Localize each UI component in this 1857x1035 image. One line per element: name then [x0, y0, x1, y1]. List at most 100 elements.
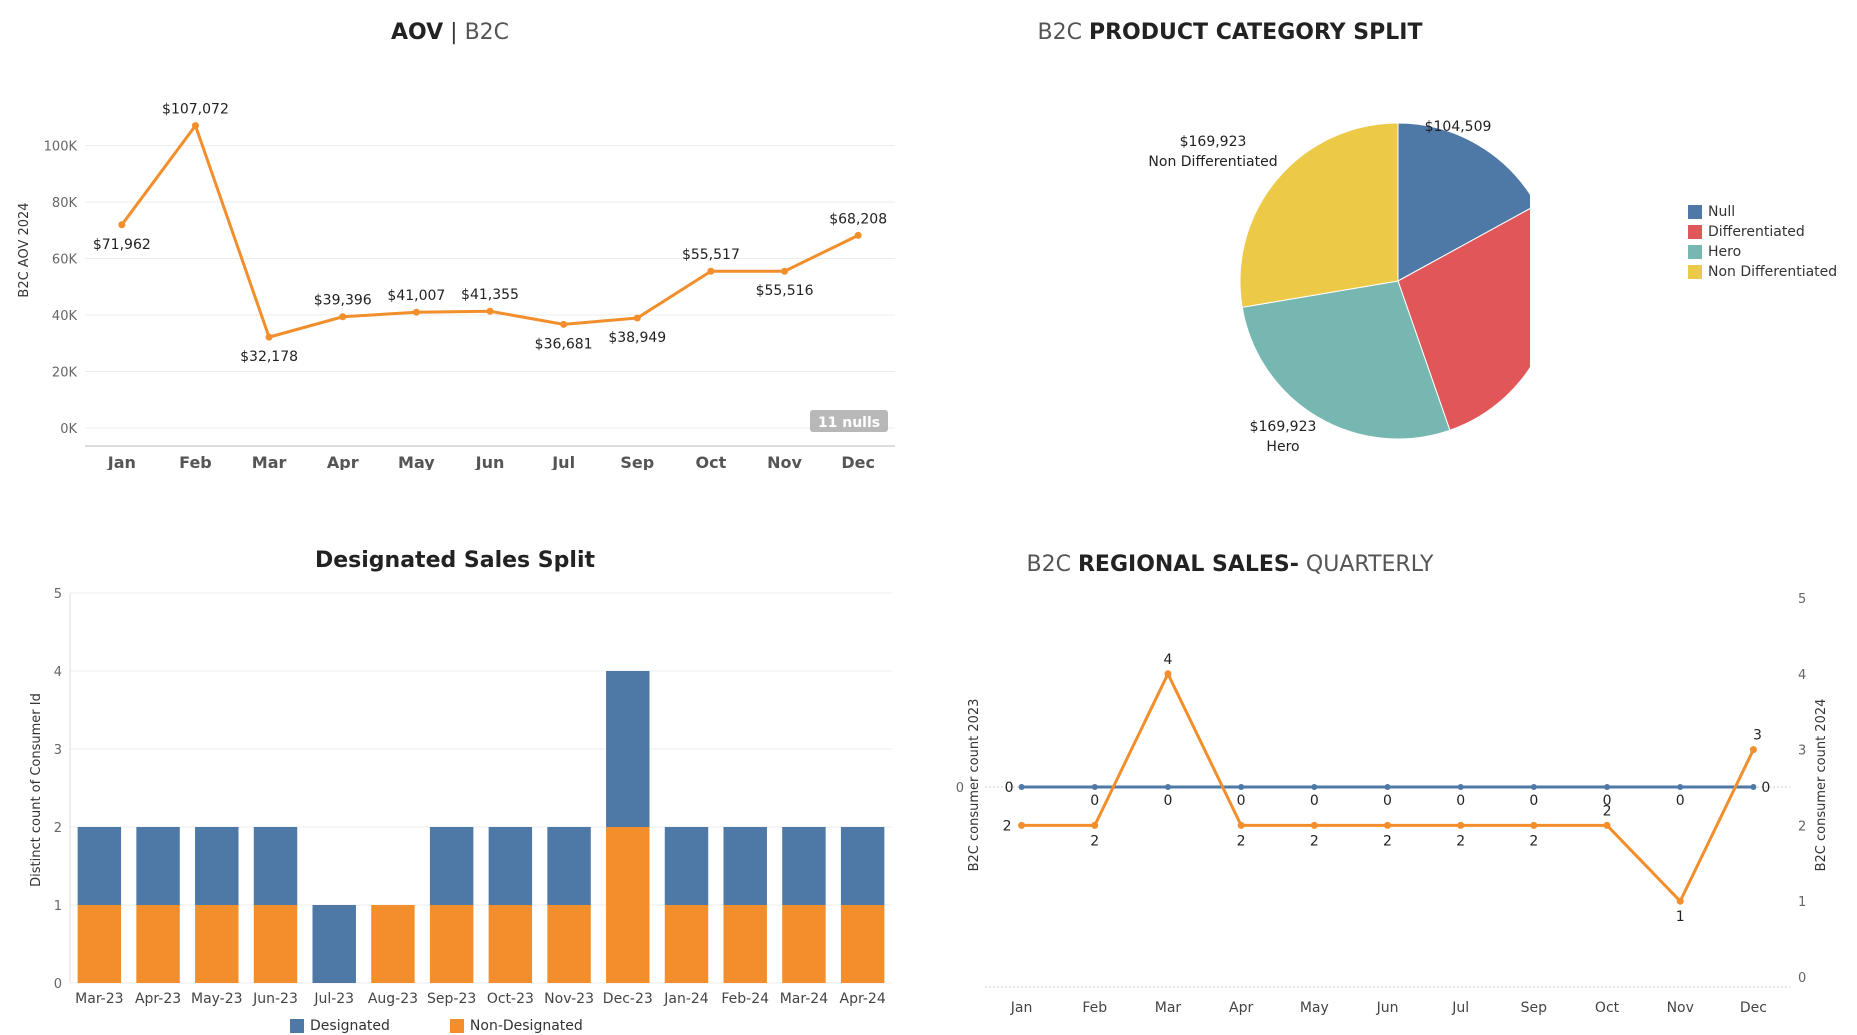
bar-x-tick: Aug-23 [368, 991, 418, 1007]
aov-data-label: $55,517 [682, 247, 740, 263]
reg-2023-label: 0 [1005, 780, 1014, 796]
legend-label: Differentiated [1708, 224, 1805, 240]
aov-data-point [781, 267, 789, 275]
aov-x-tick: May [398, 453, 435, 470]
legend-swatch [1688, 205, 1702, 219]
designated-legend: Designated Non-Designated [290, 1018, 643, 1034]
category-legend: Null Differentiated Hero Non Differentiated [1688, 202, 1837, 282]
reg-x-tick: Mar [1155, 1000, 1182, 1016]
bar-x-tick: Dec-23 [603, 991, 653, 1007]
bar-y-tick: 2 [54, 821, 62, 836]
aov-data-point [560, 320, 568, 328]
reg-2024-label: 2 [1529, 833, 1538, 849]
reg-2024-point [1310, 821, 1318, 829]
bar-y-tick: 3 [54, 743, 62, 758]
bar-non-designated [840, 905, 885, 983]
bar-x-tick: Jul-23 [313, 991, 354, 1007]
bar-designated [723, 827, 767, 905]
pie-slice-label: Hero [1266, 439, 1299, 455]
legend-item: Designated [290, 1018, 390, 1034]
reg-2024-point [1749, 746, 1757, 754]
bar-non-designated [664, 905, 709, 983]
bar-y-tick: 4 [54, 665, 62, 680]
legend-item: Hero [1688, 242, 1837, 262]
aov-y-tick: 80K [52, 196, 78, 211]
bar-designated [606, 671, 650, 827]
reg-2023-label: 0 [1090, 793, 1099, 809]
bar-x-tick: May-23 [191, 991, 243, 1007]
reg-2023-point [1091, 784, 1098, 790]
reg-2023-point [1238, 784, 1245, 790]
reg-2023-label: 0 [1383, 793, 1392, 809]
bar-x-tick: Apr-23 [135, 991, 181, 1007]
aov-x-tick: Nov [767, 453, 802, 470]
aov-y-tick: 0K [60, 422, 77, 437]
reg-2023-point [1750, 784, 1757, 790]
reg-x-tick: Apr [1229, 1000, 1253, 1016]
aov-x-tick: Jan [107, 453, 136, 470]
reg-2024-label: 2 [1003, 818, 1012, 834]
reg-2023-point [1018, 784, 1025, 790]
bar-x-tick: Feb-24 [721, 991, 769, 1007]
reg-2024-label: 2 [1456, 833, 1465, 849]
bar-designated [253, 827, 298, 905]
reg-y2-tick: 5 [1798, 592, 1806, 607]
legend-item: Differentiated [1688, 222, 1837, 242]
reg-2023-point [1311, 784, 1318, 790]
bar-x-tick: Oct-23 [487, 991, 534, 1007]
reg-2023-label: 0 [1456, 793, 1465, 809]
bar-designated [77, 827, 122, 905]
aov-data-point [265, 333, 273, 341]
aov-x-tick: Sep [620, 453, 654, 470]
aov-data-label: $32,178 [240, 349, 298, 365]
legend-label: Non-Designated [469, 1018, 583, 1034]
bar-non-designated [723, 905, 767, 983]
bar-designated [488, 827, 533, 905]
aov-y-tick: 40K [52, 309, 78, 324]
reg-2024-label: 3 [1753, 728, 1762, 744]
reg-2024-point [1091, 821, 1099, 829]
reg-2023-point [1457, 784, 1464, 790]
reg-y2-tick: 1 [1798, 895, 1806, 910]
aov-data-point [118, 221, 126, 229]
reg-2023-point [1530, 784, 1537, 790]
aov-x-tick: Jul [551, 453, 575, 470]
reg-2024-label: 2 [1310, 833, 1319, 849]
bar-x-tick: Apr-24 [840, 991, 886, 1007]
bar-x-tick: Mar-24 [780, 991, 828, 1007]
bar-y-tick: 5 [54, 587, 62, 602]
reg-2024-point [1018, 821, 1026, 829]
designated-panel: Designated Sales Split 0 1 2 3 4 5 Distinct co… [0, 530, 900, 1035]
bar-x-tick: Jan-24 [663, 991, 709, 1007]
regional-line-chart: 0123450 B2C consumer count 2023 B2C consum… [956, 592, 1829, 1016]
aov-x-tick: Oct [696, 453, 727, 470]
reg-2024-label: 2 [1237, 833, 1246, 849]
bar-non-designated [253, 905, 298, 983]
bar-designated [136, 827, 180, 905]
reg-2023-label: 0 [1163, 793, 1172, 809]
aov-x-tick: Jun [475, 453, 505, 470]
reg-2023-label: 0 [1676, 793, 1685, 809]
bar-non-designated [782, 905, 826, 983]
legend-swatch [1688, 225, 1702, 239]
aov-data-point [707, 267, 715, 275]
aov-data-point [633, 314, 641, 322]
bar-non-designated [195, 905, 239, 983]
legend-swatch [449, 1019, 464, 1033]
aov-data-label: $68,208 [829, 211, 887, 227]
pie-slice-label: $104,509 [1425, 119, 1492, 135]
aov-x-tick: Mar [252, 453, 287, 470]
legend-label: Hero [1708, 244, 1742, 260]
bar-non-designated [429, 905, 474, 983]
legend-swatch [290, 1019, 304, 1033]
bar-designated [782, 827, 826, 905]
aov-data-label: $71,962 [93, 237, 151, 253]
reg-x-tick: Nov [1667, 1000, 1694, 1016]
pie-slice-non-differentiated [1239, 122, 1399, 308]
reg-left-tick: 0 [956, 781, 964, 796]
reg-2023-point [1384, 784, 1391, 790]
aov-nulls-badge-text: 11 nulls [818, 415, 880, 431]
aov-series-line [120, 122, 859, 339]
aov-y-tick: 100K [44, 140, 78, 155]
aov-data-label: $41,355 [461, 287, 519, 303]
